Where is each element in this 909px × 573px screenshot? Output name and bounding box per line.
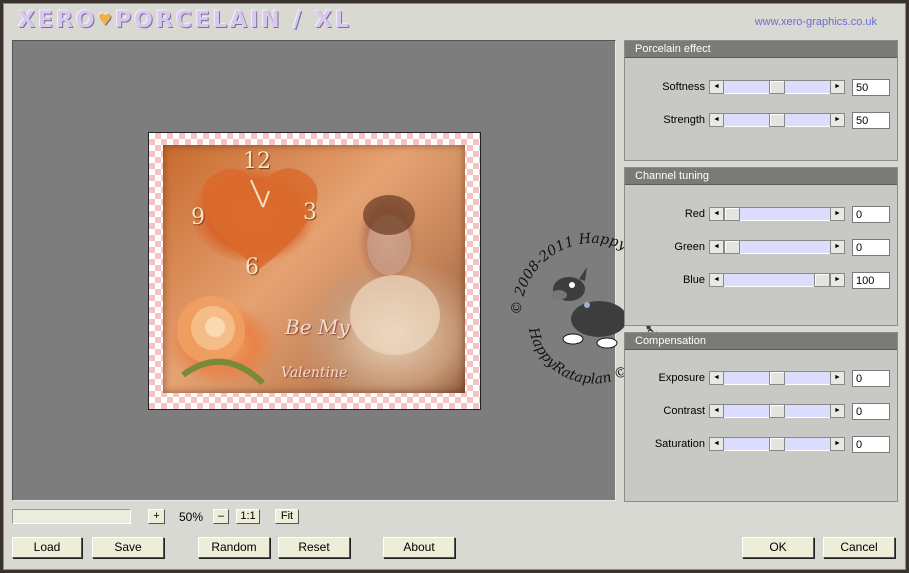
exposure-slider-thumb[interactable]: [769, 371, 785, 385]
clock-number-12: 12: [243, 149, 271, 174]
blue-slider[interactable]: ◄ ►: [709, 273, 845, 287]
zoom-level: 50%: [178, 510, 204, 524]
softness-slider-thumb[interactable]: [769, 80, 785, 94]
slider-left-arrow-icon[interactable]: ◄: [709, 273, 724, 287]
exposure-slider[interactable]: ◄ ►: [709, 371, 845, 385]
website-link[interactable]: www.xero-graphics.co.uk: [755, 16, 877, 28]
contrast-slider-thumb[interactable]: [769, 404, 785, 418]
slider-right-arrow-icon[interactable]: ►: [830, 371, 845, 385]
strength-value-field[interactable]: 50: [852, 112, 890, 129]
slider-right-arrow-icon[interactable]: ►: [830, 80, 845, 94]
valentine-picture: 12 3 6 9 Be My Valentine: [163, 145, 465, 393]
softness-label: Softness: [662, 81, 705, 93]
blue-label: Blue: [682, 274, 705, 286]
picture-art: [177, 168, 440, 386]
red-slider[interactable]: ◄ ►: [709, 207, 845, 221]
slider-right-arrow-icon[interactable]: ►: [830, 207, 845, 221]
progress-bar: [12, 509, 131, 524]
app-logo: XERO♥PORCELAIN / XL: [18, 8, 352, 33]
green-slider-thumb[interactable]: [724, 240, 740, 254]
clock-number-6: 6: [245, 255, 259, 280]
saturation-slider-thumb[interactable]: [769, 437, 785, 451]
saturation-value-field[interactable]: 0: [852, 436, 890, 453]
valentine-text: Valentine: [281, 365, 348, 381]
softness-slider[interactable]: ◄ ►: [709, 80, 845, 94]
plugin-window: XERO♥PORCELAIN / XL www.xero-graphics.co…: [3, 3, 906, 570]
strength-slider-thumb[interactable]: [769, 113, 785, 127]
saturation-row: Saturation ◄ ► 0: [625, 436, 897, 454]
porcelain-effect-header: Porcelain effect: [625, 41, 897, 58]
red-label: Red: [684, 208, 705, 220]
channel-tuning-header: Channel tuning: [625, 168, 897, 185]
about-button[interactable]: About: [383, 537, 455, 558]
slider-left-arrow-icon[interactable]: ◄: [709, 437, 724, 451]
zoom-actual-size-button[interactable]: 1:1: [236, 509, 260, 524]
slider-left-arrow-icon[interactable]: ◄: [709, 371, 724, 385]
strength-row: Strength ◄ ► 50: [625, 112, 897, 130]
contrast-slider[interactable]: ◄ ►: [709, 404, 845, 418]
green-row: Green ◄ ► 0: [625, 239, 897, 257]
saturation-label: Saturation: [654, 438, 705, 450]
red-value-field[interactable]: 0: [852, 206, 890, 223]
exposure-value-field[interactable]: 0: [852, 370, 890, 387]
red-row: Red ◄ ► 0: [625, 206, 897, 224]
blue-value-field[interactable]: 100: [852, 272, 890, 289]
contrast-value-field[interactable]: 0: [852, 403, 890, 420]
green-label: Green: [674, 241, 705, 253]
slider-left-arrow-icon[interactable]: ◄: [709, 207, 724, 221]
compensation-header: Compensation: [625, 333, 897, 350]
strength-label: Strength: [663, 114, 705, 126]
slider-right-arrow-icon[interactable]: ►: [830, 273, 845, 287]
zoom-out-button[interactable]: –: [213, 509, 229, 524]
slider-right-arrow-icon[interactable]: ►: [830, 404, 845, 418]
be-my-text: Be My: [285, 315, 350, 339]
strength-slider[interactable]: ◄ ►: [709, 113, 845, 127]
red-slider-thumb[interactable]: [724, 207, 740, 221]
saturation-slider[interactable]: ◄ ►: [709, 437, 845, 451]
exposure-row: Exposure ◄ ► 0: [625, 370, 897, 388]
clock-number-3: 3: [303, 200, 317, 225]
compensation-panel: Compensation Exposure ◄ ► 0 Contrast ◄ ►…: [624, 332, 898, 502]
heart-icon: ♥: [97, 10, 115, 29]
blue-slider-thumb[interactable]: [814, 273, 830, 287]
contrast-label: Contrast: [663, 405, 705, 417]
ok-button[interactable]: OK: [742, 537, 814, 558]
porcelain-effect-panel: Porcelain effect Softness ◄ ► 50 Strengt…: [624, 40, 898, 161]
green-value-field[interactable]: 0: [852, 239, 890, 256]
reset-button[interactable]: Reset: [278, 537, 350, 558]
blue-row: Blue ◄ ► 100: [625, 272, 897, 290]
channel-tuning-panel: Channel tuning Red ◄ ► 0 Green ◄ ► 0 Blu…: [624, 167, 898, 326]
save-button[interactable]: Save: [92, 537, 164, 558]
slider-right-arrow-icon[interactable]: ►: [830, 240, 845, 254]
softness-row: Softness ◄ ► 50: [625, 79, 897, 97]
slider-right-arrow-icon[interactable]: ►: [830, 437, 845, 451]
green-slider[interactable]: ◄ ►: [709, 240, 845, 254]
slider-left-arrow-icon[interactable]: ◄: [709, 80, 724, 94]
slider-left-arrow-icon[interactable]: ◄: [709, 240, 724, 254]
softness-value-field[interactable]: 50: [852, 79, 890, 96]
slider-left-arrow-icon[interactable]: ◄: [709, 404, 724, 418]
title-bar: XERO♥PORCELAIN / XL www.xero-graphics.co…: [4, 4, 905, 38]
random-button[interactable]: Random: [198, 537, 270, 558]
slider-left-arrow-icon[interactable]: ◄: [709, 113, 724, 127]
contrast-row: Contrast ◄ ► 0: [625, 403, 897, 421]
clock-number-9: 9: [191, 205, 205, 230]
preview-image[interactable]: 12 3 6 9 Be My Valentine: [148, 132, 481, 410]
exposure-label: Exposure: [658, 372, 705, 384]
zoom-in-button[interactable]: +: [148, 509, 165, 524]
slider-right-arrow-icon[interactable]: ►: [830, 113, 845, 127]
zoom-fit-button[interactable]: Fit: [275, 509, 299, 524]
cancel-button[interactable]: Cancel: [823, 537, 895, 558]
load-button[interactable]: Load: [12, 537, 82, 558]
